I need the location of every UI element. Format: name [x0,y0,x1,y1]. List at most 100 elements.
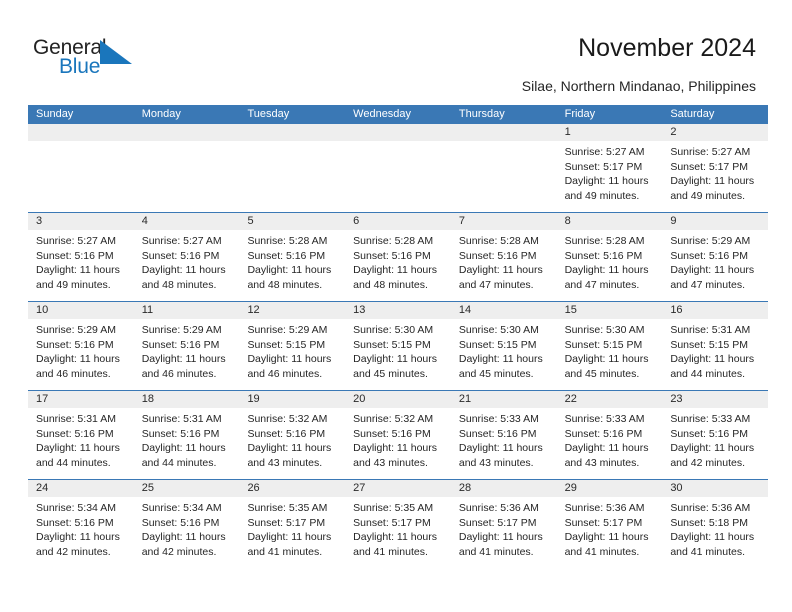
day-cell[interactable]: Sunrise: 5:33 AM Sunset: 5:16 PM Daylight:… [451,408,557,479]
daylight-text-line1: Daylight: 11 hours [247,264,332,277]
day-cell[interactable]: Sunrise: 5:30 AM Sunset: 5:15 PM Daylight:… [451,319,557,390]
daylight-text-line2: and 47 minutes. [670,278,746,291]
daylight-text-line1: Daylight: 11 hours [141,531,226,544]
daylight-text-line2: and 43 minutes. [458,456,534,469]
day-cell[interactable]: Sunrise: 5:27 AM Sunset: 5:16 PM Daylight:… [134,230,240,301]
sunrise-text: Sunrise: 5:36 AM [670,502,751,514]
day-number[interactable]: 19 [239,391,345,408]
daylight-text-line2: and 42 minutes. [141,545,217,558]
sunrise-text: Sunrise: 5:29 AM [36,324,116,336]
day-cell[interactable]: Sunrise: 5:33 AM Sunset: 5:16 PM Daylight:… [557,408,663,479]
day-number[interactable]: 7 [451,213,557,230]
day-cell[interactable]: Sunrise: 5:32 AM Sunset: 5:16 PM Daylight:… [239,408,345,479]
sunrise-text: Sunrise: 5:30 AM [458,324,539,336]
day-cell[interactable]: Sunrise: 5:28 AM Sunset: 5:16 PM Daylight:… [345,230,451,301]
daylight-text-line1: Daylight: 11 hours [458,442,543,455]
sunrise-text: Sunrise: 5:30 AM [353,324,434,336]
day-cell[interactable]: Sunrise: 5:31 AM Sunset: 5:16 PM Daylight:… [134,408,240,479]
day-number[interactable]: 25 [134,480,240,497]
day-cell[interactable]: Sunrise: 5:34 AM Sunset: 5:16 PM Daylight:… [28,497,134,568]
daylight-text-line1: Daylight: 11 hours [670,531,755,544]
weekday-header-tuesday: Tuesday [247,108,290,120]
day-number[interactable]: 23 [662,391,768,408]
calendar-week-row: 1 2 Sunrise: 5:27 AM Sunset: 5:17 PM Dayligh… [28,124,768,212]
day-number[interactable]: 6 [345,213,451,230]
day-cell[interactable]: Sunrise: 5:36 AM Sunset: 5:17 PM Daylight:… [557,497,663,568]
day-cell[interactable]: Sunrise: 5:27 AM Sunset: 5:17 PM Daylight:… [557,141,663,212]
sunset-text: Sunset: 5:17 PM [353,516,431,529]
day-number-empty [345,124,451,141]
calendar-grid: Sunday Monday Tuesday Wednesday Thursday… [28,105,768,568]
day-number-band: 17 18 19 20 21 22 23 [28,391,768,408]
day-cell[interactable]: Sunrise: 5:35 AM Sunset: 5:17 PM Daylight:… [239,497,345,568]
day-cell[interactable]: Sunrise: 5:29 AM Sunset: 5:16 PM Daylight:… [662,230,768,301]
day-number[interactable]: 13 [345,302,451,319]
day-number[interactable]: 1 [557,124,663,141]
calendar-week-row: 17 18 19 20 21 22 23 Sunrise: 5:31 AM Sunset: 5:… [28,390,768,479]
day-cell[interactable]: Sunrise: 5:27 AM Sunset: 5:17 PM Daylight:… [662,141,768,212]
day-number[interactable]: 14 [451,302,557,319]
sunset-text: Sunset: 5:15 PM [353,338,431,351]
brand-logo[interactable]: General Blue [33,36,153,80]
day-cell[interactable]: Sunrise: 5:31 AM Sunset: 5:16 PM Daylight:… [28,408,134,479]
weekday-header-wednesday: Wednesday [353,108,412,120]
calendar-week-row: 3 4 5 6 7 8 9 Sunrise: 5:27 AM Sunset: 5:16 PM Da… [28,212,768,301]
day-number[interactable]: 9 [662,213,768,230]
sunrise-text: Sunrise: 5:35 AM [353,502,434,514]
day-cell[interactable]: Sunrise: 5:34 AM Sunset: 5:16 PM Daylight:… [134,497,240,568]
daylight-text-line2: and 49 minutes. [670,189,746,202]
day-number[interactable]: 2 [662,124,768,141]
daylight-text-line1: Daylight: 11 hours [36,264,120,277]
day-cell[interactable]: Sunrise: 5:28 AM Sunset: 5:16 PM Daylight:… [239,230,345,301]
sunset-text: Sunset: 5:16 PM [141,338,220,351]
day-cell[interactable]: Sunrise: 5:32 AM Sunset: 5:16 PM Daylight:… [345,408,451,479]
day-number-empty [451,124,557,141]
day-number[interactable]: 21 [451,391,557,408]
day-cell[interactable]: Sunrise: 5:30 AM Sunset: 5:15 PM Daylight:… [345,319,451,390]
day-number[interactable]: 11 [134,302,240,319]
day-cell[interactable]: Sunrise: 5:33 AM Sunset: 5:16 PM Daylight:… [662,408,768,479]
day-number[interactable]: 27 [345,480,451,497]
day-number[interactable]: 18 [134,391,240,408]
day-number[interactable]: 26 [239,480,345,497]
day-cell[interactable]: Sunrise: 5:29 AM Sunset: 5:16 PM Daylight:… [28,319,134,390]
day-cell[interactable]: Sunrise: 5:30 AM Sunset: 5:15 PM Daylight:… [557,319,663,390]
sunrise-text: Sunrise: 5:33 AM [564,413,645,425]
day-number[interactable]: 30 [662,480,768,497]
day-cell[interactable]: Sunrise: 5:31 AM Sunset: 5:15 PM Daylight:… [662,319,768,390]
day-number[interactable]: 10 [28,302,134,319]
day-number[interactable]: 24 [28,480,134,497]
daylight-text-line2: and 48 minutes. [141,278,217,291]
daylight-text-line1: Daylight: 11 hours [458,531,543,544]
day-number[interactable]: 12 [239,302,345,319]
day-number[interactable]: 16 [662,302,768,319]
daylight-text-line1: Daylight: 11 hours [36,531,120,544]
sunrise-text: Sunrise: 5:27 AM [36,235,116,247]
day-number[interactable]: 3 [28,213,134,230]
day-number[interactable]: 29 [557,480,663,497]
day-number[interactable]: 22 [557,391,663,408]
day-number[interactable]: 5 [239,213,345,230]
daylight-text-line2: and 41 minutes. [458,545,534,558]
day-number[interactable]: 4 [134,213,240,230]
day-cell[interactable]: Sunrise: 5:27 AM Sunset: 5:16 PM Daylight:… [28,230,134,301]
page-header: General Blue November 2024 Silae, Northe… [0,0,792,100]
day-cell[interactable]: Sunrise: 5:29 AM Sunset: 5:15 PM Daylight:… [239,319,345,390]
day-cell[interactable]: Sunrise: 5:28 AM Sunset: 5:16 PM Daylight:… [557,230,663,301]
day-number[interactable]: 8 [557,213,663,230]
day-number[interactable]: 20 [345,391,451,408]
daylight-text-line2: and 41 minutes. [564,545,640,558]
day-cell[interactable]: Sunrise: 5:36 AM Sunset: 5:17 PM Daylight:… [451,497,557,568]
day-number[interactable]: 17 [28,391,134,408]
day-cell[interactable]: Sunrise: 5:36 AM Sunset: 5:18 PM Daylight:… [662,497,768,568]
daylight-text-line1: Daylight: 11 hours [141,353,226,366]
day-number[interactable]: 15 [557,302,663,319]
day-number[interactable]: 28 [451,480,557,497]
day-cell[interactable]: Sunrise: 5:28 AM Sunset: 5:16 PM Daylight:… [451,230,557,301]
sunset-text: Sunset: 5:16 PM [458,427,537,440]
day-cell-empty [345,141,451,212]
sunrise-text: Sunrise: 5:32 AM [247,413,328,425]
day-cell[interactable]: Sunrise: 5:29 AM Sunset: 5:16 PM Daylight:… [134,319,240,390]
sunset-text: Sunset: 5:17 PM [458,516,537,529]
day-cell[interactable]: Sunrise: 5:35 AM Sunset: 5:17 PM Daylight:… [345,497,451,568]
